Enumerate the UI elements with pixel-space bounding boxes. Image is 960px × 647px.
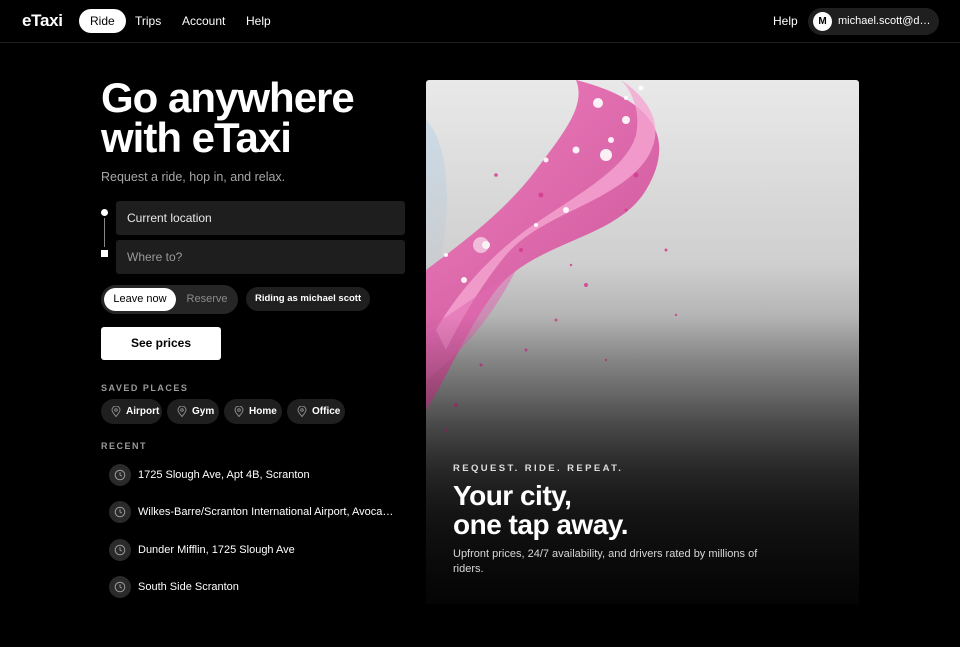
page-title-line1: Go anywhere [101, 74, 355, 121]
hero-body: Upfront prices, 24/7 availability, and d… [453, 548, 758, 575]
recent-item-label: South Side Scranton [138, 581, 239, 593]
saved-place-label: Airport [126, 406, 160, 417]
saved-places-label: SAVED PLACES [101, 383, 189, 393]
map-pin-icon [177, 406, 187, 417]
nav-help[interactable]: Help [235, 9, 282, 33]
hero-title-line2: one tap away. [453, 509, 629, 540]
pickup-input[interactable] [116, 201, 405, 235]
saved-place-office[interactable]: Office [287, 399, 345, 424]
subheading: Request a ride, hop in, and relax. [101, 170, 286, 184]
hero-eyebrow: REQUEST. RIDE. REPEAT. [453, 463, 624, 474]
pickup-dot-icon [101, 209, 108, 216]
hero-title: Your city, one tap away. [453, 480, 629, 540]
clock-icon [109, 501, 131, 523]
saved-place-label: Gym [192, 406, 215, 417]
user-email: michael.scott@du... [838, 15, 934, 27]
nav-ride[interactable]: Ride [79, 9, 126, 33]
logo[interactable]: eTaxi [22, 11, 63, 31]
saved-place-label: Home [249, 406, 277, 417]
recent-item-label: 1725 Slough Ave, Apt 4B, Scranton [138, 469, 310, 481]
recent-item[interactable]: Dunder Mifflin, 1725 Slough Ave [109, 539, 399, 561]
dropoff-square-icon [101, 250, 108, 257]
map-pin-icon [111, 406, 121, 417]
reserve-option[interactable]: Reserve [179, 288, 235, 311]
leave-now-option[interactable]: Leave now [104, 288, 176, 311]
recent-item[interactable]: South Side Scranton [109, 576, 399, 598]
page-title: Go anywhere with eTaxi [101, 74, 401, 161]
map-pin-icon [234, 406, 244, 417]
clock-icon [109, 464, 131, 486]
rider-selector[interactable]: Riding as michael scott [246, 287, 371, 311]
saved-place-gym[interactable]: Gym [167, 399, 219, 424]
recent-item-label: Wilkes-Barre/Scranton International Airp… [138, 506, 394, 518]
recent-item-label: Dunder Mifflin, 1725 Slough Ave [138, 544, 295, 556]
nav-trips[interactable]: Trips [124, 9, 172, 33]
hero-card: REQUEST. RIDE. REPEAT. Your city, one ta… [426, 80, 859, 604]
saved-place-home[interactable]: Home [224, 399, 282, 424]
clock-icon [109, 576, 131, 598]
saved-place-airport[interactable]: Airport [101, 399, 162, 424]
nav-account[interactable]: Account [171, 9, 236, 33]
map-pin-icon [297, 406, 307, 417]
saved-place-label: Office [312, 406, 341, 417]
route-line [104, 218, 105, 247]
clock-icon [109, 539, 131, 561]
recent-item[interactable]: Wilkes-Barre/Scranton International Airp… [109, 501, 399, 523]
hero-title-line1: Your city, [453, 480, 572, 511]
recent-item[interactable]: 1725 Slough Ave, Apt 4B, Scranton [109, 464, 399, 486]
dropoff-input[interactable] [116, 240, 405, 274]
user-menu[interactable]: M michael.scott@du... [808, 8, 939, 35]
avatar: M [813, 12, 832, 31]
see-prices-button[interactable]: See prices [101, 327, 221, 360]
help-link[interactable]: Help [773, 9, 798, 33]
top-nav: eTaxi Ride Trips Account Help Help M mic… [0, 0, 960, 43]
page-title-line2: with eTaxi [101, 114, 292, 161]
timing-toggle: Leave now Reserve [101, 285, 238, 314]
recent-label: RECENT [101, 441, 148, 451]
